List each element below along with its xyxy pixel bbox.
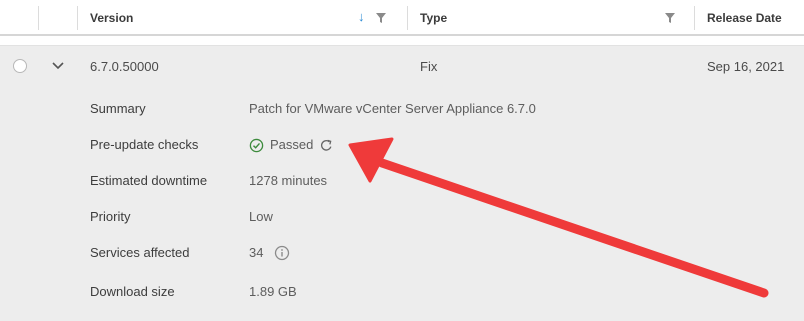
header-spacer [0,36,804,46]
filter-icon[interactable] [665,13,675,23]
chevron-down-icon[interactable] [50,58,66,74]
services-affected-value: 34 [249,245,264,260]
column-divider [694,6,695,30]
info-icon[interactable] [274,245,290,261]
column-divider [407,6,408,30]
row-version: 6.7.0.50000 [90,59,159,74]
row-select-radio[interactable] [13,59,27,73]
summary-label: Summary [90,101,146,116]
priority-value: Low [249,209,273,224]
pre-update-checks-status: Passed [270,137,314,152]
table-header: Version ↓ Type Release Date [0,0,804,36]
estimated-downtime-label: Estimated downtime [90,173,208,188]
download-size-label: Download size [90,284,175,299]
estimated-downtime-value: 1278 minutes [249,173,328,188]
priority-label: Priority [90,209,131,224]
download-size-value: 1.89 GB [249,284,297,299]
filter-icon[interactable] [376,13,386,23]
sort-descending-icon[interactable]: ↓ [358,9,365,24]
summary-value: Patch for VMware vCenter Server Applianc… [249,101,536,116]
row-type: Fix [420,59,438,74]
column-divider [38,6,39,30]
column-header-type[interactable]: Type [420,11,447,25]
pre-update-checks-label: Pre-update checks [90,137,199,152]
check-circle-icon [249,138,264,153]
services-affected-label: Services affected [90,245,190,260]
column-header-version[interactable]: Version [90,11,133,25]
column-divider [77,6,78,30]
refresh-icon[interactable] [319,138,334,153]
row-release-date: Sep 16, 2021 [707,59,785,74]
column-header-release-date[interactable]: Release Date [707,11,782,25]
